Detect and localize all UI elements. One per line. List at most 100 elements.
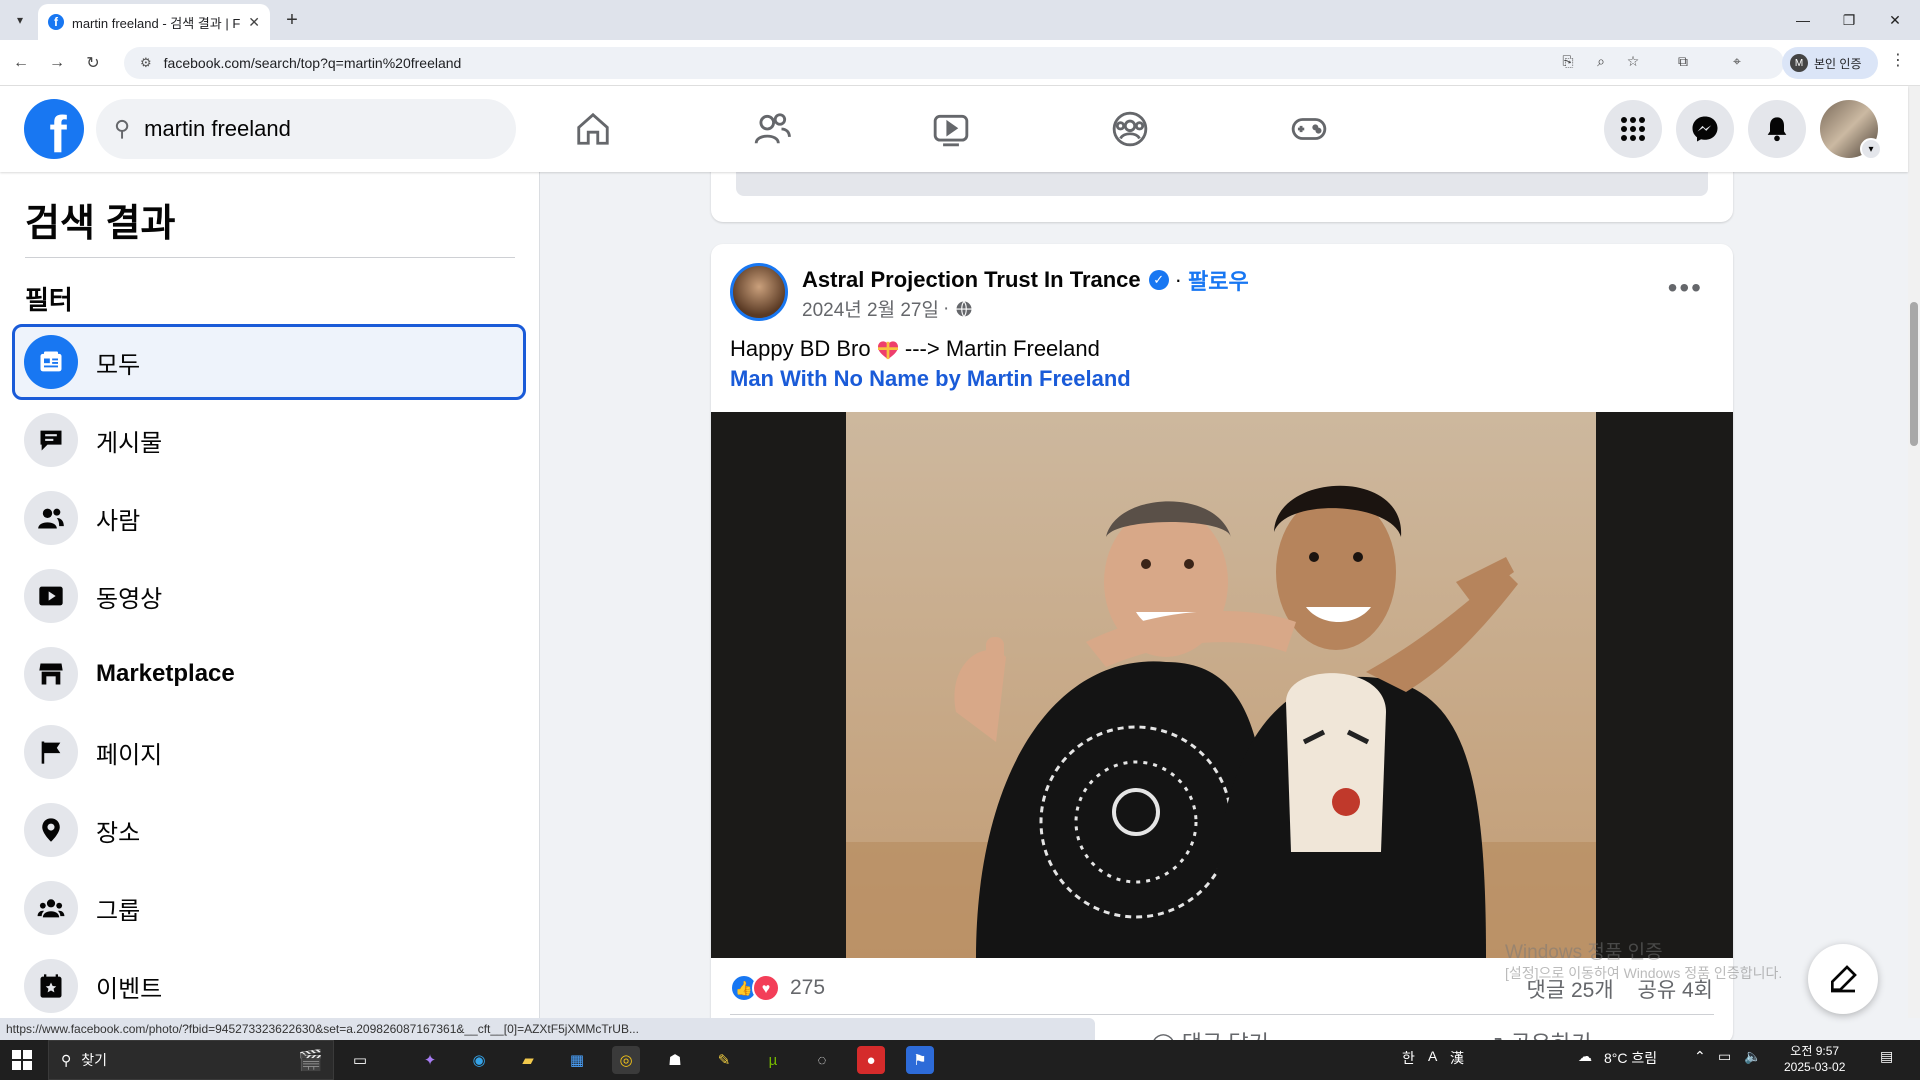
sidebar-item-label: 모두: [96, 351, 141, 379]
marketplace-icon: [24, 647, 78, 701]
sidebar-item-groups[interactable]: 그룹: [12, 870, 526, 946]
sidebar-item-all[interactable]: 모두: [12, 324, 526, 400]
notifications-bell-icon[interactable]: [1748, 100, 1806, 158]
more-options-icon[interactable]: •••: [1668, 272, 1703, 304]
pencil-app-icon[interactable]: ✎: [710, 1046, 738, 1074]
post-date[interactable]: 2024년 2월 27일: [802, 295, 939, 322]
search-icon: ⚲: [61, 1051, 72, 1068]
browser-tab-active[interactable]: f martin freeland - 검색 결과 | F ✕: [38, 4, 270, 40]
video-nav-icon[interactable]: [926, 106, 976, 152]
facebook-header: f ⚲ martin freeland ▾: [0, 86, 1908, 172]
app-icon[interactable]: ☗: [661, 1046, 689, 1074]
install-app-icon[interactable]: ⎘: [1557, 50, 1579, 72]
volume-icon[interactable]: 🔈: [1744, 1048, 1761, 1065]
post-header: Astral Projection Trust In Trance ✓ · 팔로…: [802, 264, 1249, 296]
zoom-icon[interactable]: ⌕: [1590, 50, 1612, 72]
new-message-button[interactable]: [1808, 944, 1878, 1014]
facebook-search-input[interactable]: ⚲ martin freeland: [96, 99, 516, 159]
back-button[interactable]: ←: [8, 50, 34, 76]
tab-close-icon[interactable]: ✕: [248, 14, 260, 31]
post-photo[interactable]: [846, 412, 1596, 958]
weather-icon[interactable]: ☁: [1578, 1048, 1592, 1065]
taskbar-clock[interactable]: 오전 9:57 2025-03-02: [1784, 1043, 1845, 1075]
page-avatar[interactable]: [730, 263, 788, 321]
korean-ime-icon[interactable]: 한: [1402, 1048, 1415, 1068]
sidebar-item-posts[interactable]: 게시물: [12, 402, 526, 478]
video-icon: [24, 569, 78, 623]
task-view-icon[interactable]: ▭: [346, 1046, 374, 1074]
ime-mode[interactable]: A: [1428, 1048, 1437, 1064]
flag-icon: [24, 725, 78, 779]
copilot-icon[interactable]: ✦: [416, 1046, 444, 1074]
obs-icon[interactable]: ◌: [808, 1046, 836, 1074]
forward-button[interactable]: →: [44, 50, 70, 76]
site-info-icon[interactable]: ⚙: [140, 55, 152, 71]
scrollbar-thumb[interactable]: [1910, 302, 1918, 446]
sidebar-item-events[interactable]: 이벤트: [12, 948, 526, 1018]
bookmark-star-icon[interactable]: ☆: [1622, 50, 1644, 72]
clock-time: 오전 9:57: [1790, 1044, 1840, 1058]
search-highlight-icon: 🎬: [298, 1049, 323, 1072]
messenger-icon[interactable]: [1676, 100, 1734, 158]
sidebar-item-marketplace[interactable]: Marketplace: [12, 636, 526, 712]
chrome-icon[interactable]: ◎: [612, 1046, 640, 1074]
restore-button[interactable]: ❐: [1826, 6, 1872, 34]
flag-app-icon[interactable]: ⚑: [906, 1046, 934, 1074]
extensions-icon[interactable]: ⧉: [1672, 50, 1694, 72]
profile-initial: M: [1790, 54, 1808, 72]
sidebar-item-people[interactable]: 사람: [12, 480, 526, 556]
post-photo-frame[interactable]: [711, 412, 1733, 958]
facebook-logo[interactable]: f: [24, 99, 84, 159]
search-filter-sidebar: 검색 결과 필터 모두 게시물 사람 동영상 Marketplace 페이지 장…: [0, 172, 540, 1018]
url-text: facebook.com/search/top?q=martin%20freel…: [163, 55, 462, 71]
file-explorer-icon[interactable]: ▰: [514, 1046, 542, 1074]
tray-expand-icon[interactable]: ⌃: [1694, 1048, 1706, 1065]
heart-ribbon-emoji-icon: [877, 341, 898, 360]
sidebar-item-places[interactable]: 장소: [12, 792, 526, 868]
browser-menu-icon[interactable]: ⋮: [1890, 50, 1906, 70]
weather-text[interactable]: 8°C 흐림: [1604, 1048, 1657, 1068]
recorder-icon[interactable]: ●: [857, 1046, 885, 1074]
posts-icon: [24, 413, 78, 467]
globe-icon: [956, 300, 972, 317]
close-window-button[interactable]: ✕: [1872, 6, 1918, 34]
post-author-name[interactable]: Astral Projection Trust In Trance: [802, 267, 1141, 293]
page-scrollbar[interactable]: [1908, 86, 1920, 1018]
post-text: Happy BD Bro ---> Martin Freeland: [730, 336, 1100, 362]
store-icon[interactable]: ▦: [563, 1046, 591, 1074]
torrent-icon[interactable]: µ: [759, 1046, 787, 1074]
network-icon[interactable]: ▭: [1718, 1048, 1731, 1065]
facebook-favicon-icon: f: [48, 14, 64, 30]
minimize-button[interactable]: —: [1780, 6, 1826, 34]
sidebar-item-videos[interactable]: 동영상: [12, 558, 526, 634]
ime-hanja[interactable]: 漢: [1450, 1048, 1464, 1068]
tab-search-button[interactable]: ▾: [8, 8, 32, 32]
post-text-start: Happy BD Bro: [730, 336, 871, 361]
profile-verify-button[interactable]: M 본인 인증: [1782, 47, 1878, 79]
reload-button[interactable]: ↻: [80, 50, 106, 76]
sidebar-item-label: 이벤트: [96, 975, 163, 1003]
new-tab-button[interactable]: +: [280, 8, 304, 32]
share-count[interactable]: 공유 4회: [1638, 979, 1713, 1002]
groups-nav-icon[interactable]: [1105, 106, 1155, 152]
edge-icon[interactable]: ◉: [465, 1046, 493, 1074]
post-link[interactable]: Man With No Name by Martin Freeland: [730, 366, 1131, 392]
reactions-summary[interactable]: 👍 ♥ 275: [730, 974, 825, 1002]
menu-grid-icon[interactable]: [1604, 100, 1662, 158]
browser-tab-bar: ▾ f martin freeland - 검색 결과 | F ✕ + — ❐ …: [0, 0, 1920, 40]
friends-nav-icon[interactable]: [747, 106, 797, 152]
home-nav-icon[interactable]: [568, 106, 618, 152]
header-separator: ·: [1174, 267, 1182, 292]
gaming-nav-icon[interactable]: [1284, 106, 1334, 152]
follow-button[interactable]: 팔로우: [1188, 264, 1249, 296]
windows-start-icon[interactable]: [12, 1050, 32, 1070]
account-avatar[interactable]: ▾: [1820, 100, 1882, 160]
love-reaction-icon: ♥: [752, 974, 780, 1002]
location-icon[interactable]: ⌖: [1726, 50, 1748, 72]
taskbar-search-box[interactable]: ⚲ 찾기 🎬: [48, 1040, 334, 1080]
notification-center-icon[interactable]: ▤: [1880, 1048, 1893, 1065]
comment-count[interactable]: 댓글 25개: [1527, 979, 1614, 1002]
sidebar-item-pages[interactable]: 페이지: [12, 714, 526, 790]
sidebar-item-label: Marketplace: [96, 660, 235, 687]
address-bar[interactable]: ⚙ facebook.com/search/top?q=martin%20fre…: [124, 47, 1784, 79]
